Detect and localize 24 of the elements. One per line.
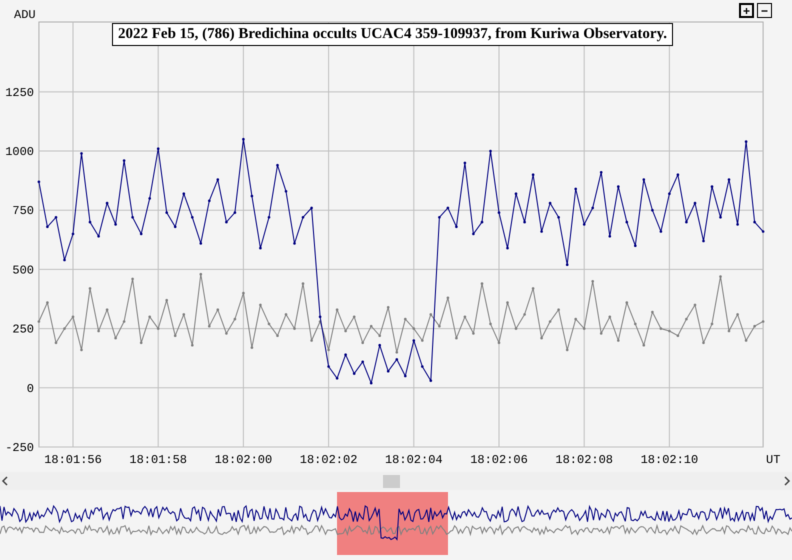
y-axis-label: ADU (14, 8, 36, 22)
y-tick-label: 0 (26, 382, 34, 396)
zoom-out-button[interactable]: − (757, 3, 772, 18)
y-tick-label: 1000 (5, 145, 34, 160)
chart-title: 2022 Feb 15, (786) Bredichina occults UCAC4 359-109937, from Kuriwa Observatory. (112, 23, 673, 46)
zoom-in-button[interactable]: + (739, 3, 754, 18)
x-axis-label: UT (766, 453, 780, 467)
x-tick-label: 18:02:10 (640, 453, 698, 467)
y-tick-label: 750 (12, 204, 34, 218)
y-tick-label: 250 (12, 322, 34, 337)
scrollbar-thumb[interactable] (383, 475, 400, 488)
y-tick-label: -250 (5, 441, 34, 455)
x-tick-label: 18:02:06 (470, 453, 528, 467)
y-tick-label: 500 (12, 263, 34, 278)
chevron-left-icon[interactable] (1, 476, 9, 486)
x-tick-label: 18:01:56 (44, 453, 102, 467)
scrollbar[interactable] (0, 472, 792, 490)
x-tick-label: 18:02:08 (555, 453, 613, 467)
chevron-right-icon[interactable] (783, 476, 791, 486)
x-tick-label: 18:01:58 (129, 453, 187, 467)
x-tick-label: 18:02:04 (385, 453, 443, 467)
x-tick-label: 18:02:00 (214, 453, 272, 467)
y-tick-label: 1250 (5, 86, 34, 100)
x-tick-label: 18:02:02 (300, 453, 358, 467)
